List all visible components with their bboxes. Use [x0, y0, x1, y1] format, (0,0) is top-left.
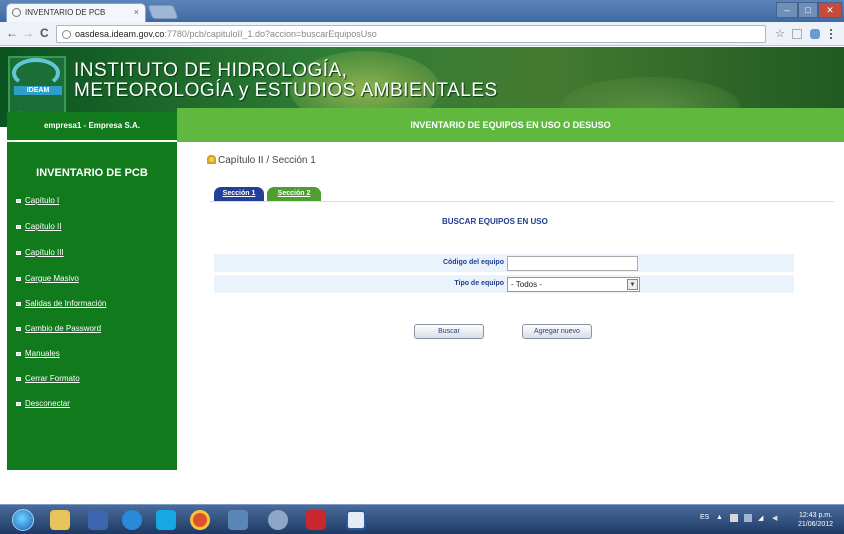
search-button[interactable]: Buscar [414, 324, 484, 339]
page-menu-icon[interactable] [792, 29, 802, 39]
bookmark-star-icon[interactable]: ☆ [775, 27, 785, 40]
company-label: empresa1 - Empresa S.A. [7, 112, 177, 140]
dropdown-arrow-icon[interactable]: ▼ [627, 279, 638, 290]
tab-seccion-2[interactable]: Sección 2 [267, 187, 321, 201]
sidebar-item-capitulo-3[interactable]: Capítulo III [16, 248, 64, 257]
bullet-icon [16, 301, 21, 306]
sidebar-item-label[interactable]: Manuales [25, 349, 60, 358]
clock[interactable]: 12:43 p.m. 21/06/2012 [798, 511, 833, 529]
volume-icon[interactable]: ◀ [772, 514, 777, 522]
sidebar-item-manuales[interactable]: Manuales [16, 349, 60, 358]
sidebar-item-label[interactable]: Cerrar Formato [25, 374, 80, 383]
sidebar: INVENTARIO DE PCB Capítulo I Capítulo II… [7, 142, 177, 470]
chrome-icon[interactable] [190, 510, 210, 530]
clock-time: 12:43 p.m. [798, 512, 833, 519]
tab-divider [210, 201, 834, 202]
remote-desktop-icon[interactable] [228, 510, 248, 530]
browser-tab[interactable]: INVENTARIO DE PCB × [6, 3, 146, 22]
bullet-icon [16, 250, 21, 255]
tab-title: INVENTARIO DE PCB [25, 8, 106, 17]
flag-icon[interactable] [730, 514, 738, 522]
sidebar-item-label[interactable]: Capítulo I [25, 196, 59, 205]
section-title: BUSCAR EQUIPOS EN USO [442, 217, 548, 226]
internet-explorer-icon[interactable] [122, 510, 142, 530]
sidebar-item-cerrar-formato[interactable]: Cerrar Formato [16, 374, 80, 383]
bullet-icon [16, 224, 21, 229]
sidebar-item-label[interactable]: Capítulo III [25, 248, 64, 257]
url-host: oasdesa.ideam.gov.co [75, 29, 165, 39]
wrench-menu-icon[interactable] [830, 29, 838, 39]
sidebar-item-label[interactable]: Desconectar [25, 399, 70, 408]
tipo-select-value: - Todos - [511, 280, 542, 289]
page-title: INVENTARIO DE EQUIPOS EN USO O DESUSO [177, 108, 844, 142]
sidebar-item-label[interactable]: Cambio de Password [25, 324, 101, 333]
acrobat-icon[interactable] [306, 510, 326, 530]
disc-icon[interactable] [268, 510, 288, 530]
back-arrow-icon[interactable]: ← [6, 26, 18, 40]
codigo-input[interactable] [507, 256, 638, 271]
sidebar-item-cargue-masivo[interactable]: Cargue Masivo [16, 274, 79, 283]
codigo-label: Código del equipo [442, 259, 504, 266]
add-new-button[interactable]: Agregar nuevo [522, 324, 592, 339]
window-titlebar: INVENTARIO DE PCB × – □ ✕ [0, 0, 844, 22]
extension-icon[interactable] [810, 29, 820, 39]
ideam-logo-text: IDEAM [14, 86, 62, 95]
tab-close-icon[interactable]: × [134, 7, 139, 17]
clock-date: 21/06/2012 [798, 521, 834, 528]
bullet-icon [16, 376, 21, 381]
sidebar-item-salidas[interactable]: Salidas de Información [16, 299, 106, 308]
sidebar-item-cambio-password[interactable]: Cambio de Password [16, 324, 101, 333]
bullet-icon [16, 198, 21, 203]
tipo-select[interactable]: - Todos - ▼ [507, 277, 640, 292]
signal-icon[interactable]: ◢ [758, 514, 763, 522]
page-favicon-icon [12, 8, 21, 17]
breadcrumb-text: Capítulo II / Sección 1 [218, 155, 316, 166]
sidebar-item-desconectar[interactable]: Desconectar [16, 399, 70, 408]
taskbar: ES ▲ ◢ ◀ 12:43 p.m. 21/06/2012 [0, 504, 844, 534]
form-row-codigo: Código del equipo [214, 254, 794, 273]
folder-icon[interactable] [50, 510, 70, 530]
sidebar-item-capitulo-1[interactable]: Capítulo I [16, 196, 59, 205]
bullet-icon [16, 326, 21, 331]
bullet-icon [16, 276, 21, 281]
tray-arrow-icon[interactable]: ▲ [716, 514, 723, 521]
lock-icon [207, 155, 216, 164]
page-info-icon [62, 30, 71, 39]
sidebar-item-capitulo-2[interactable]: Capítulo II [16, 222, 61, 231]
language-indicator[interactable]: ES [700, 514, 709, 521]
new-tab-button[interactable] [147, 5, 179, 19]
url-path: :7780/pcb/capituloII_1.do?accion=buscarE… [164, 29, 377, 39]
form-row-tipo: Tipo de equipo - Todos - ▼ [214, 275, 794, 294]
tipo-label: Tipo de equipo [454, 280, 504, 287]
minimize-button[interactable]: – [776, 2, 798, 18]
forward-arrow-icon[interactable]: → [22, 26, 34, 40]
close-window-button[interactable]: ✕ [818, 2, 842, 18]
start-button-icon[interactable] [12, 509, 34, 531]
bullet-icon [16, 351, 21, 356]
document-icon[interactable] [346, 510, 366, 530]
reload-icon[interactable]: C [40, 26, 49, 40]
skype-icon[interactable] [156, 510, 176, 530]
address-bar[interactable]: oasdesa.ideam.gov.co:7780/pcb/capituloII… [56, 25, 766, 43]
bullet-icon [16, 401, 21, 406]
sidebar-item-label[interactable]: Salidas de Información [25, 299, 106, 308]
device-icon[interactable] [744, 514, 752, 522]
browser-toolbar: ← → C oasdesa.ideam.gov.co:7780/pcb/capi… [0, 22, 844, 46]
maximize-button[interactable]: □ [798, 2, 818, 18]
breadcrumb: Capítulo II / Sección 1 [207, 155, 316, 166]
ideam-logo-mark-icon [12, 58, 60, 88]
tab-seccion-1[interactable]: Sección 1 [214, 187, 264, 201]
banner-title-line2: METEOROLOGÍA y ESTUDIOS AMBIENTALES [74, 80, 498, 101]
sidebar-item-label[interactable]: Cargue Masivo [25, 274, 79, 283]
banner-title-line1: INSTITUTO DE HIDROLOGÍA, [74, 60, 348, 81]
sidebar-title: INVENTARIO DE PCB [36, 167, 148, 179]
media-player-icon[interactable] [88, 510, 108, 530]
sidebar-item-label[interactable]: Capítulo II [25, 222, 61, 231]
